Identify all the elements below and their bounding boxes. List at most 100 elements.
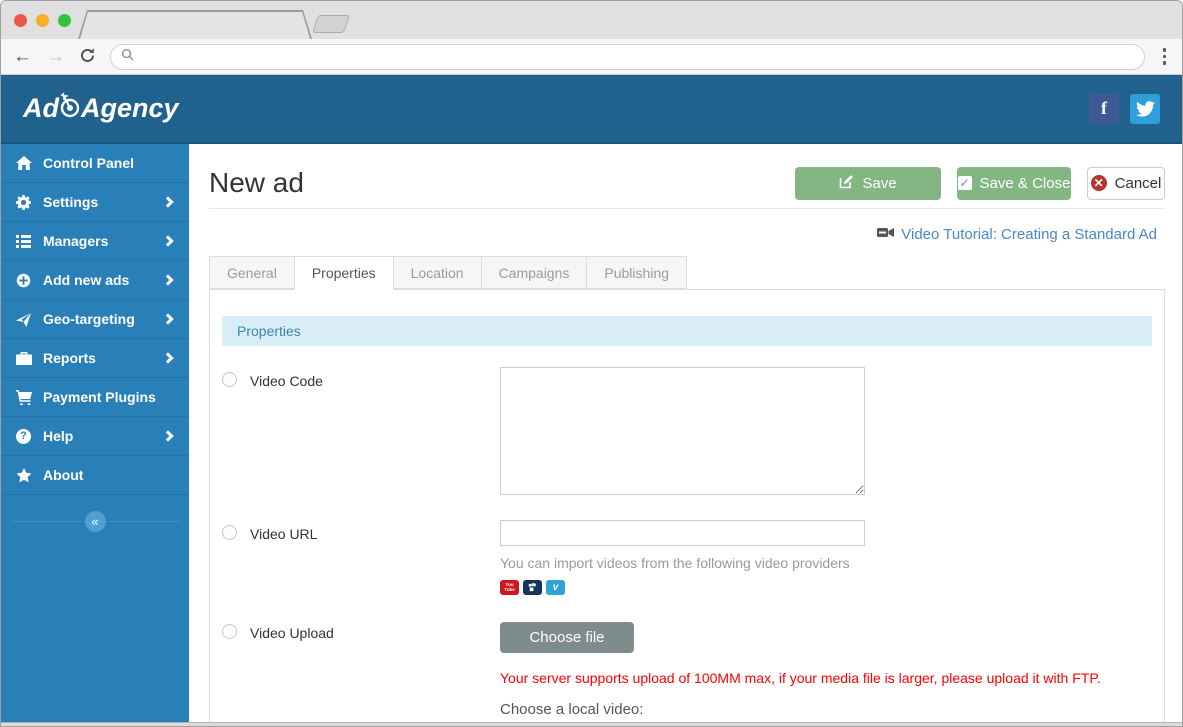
save-button-label: Save (862, 174, 897, 192)
video-camera-icon (877, 226, 895, 244)
plus-circle-icon (15, 273, 32, 288)
question-circle-icon: ? (15, 428, 32, 444)
chevron-right-icon (162, 274, 174, 286)
target-dart-icon (57, 91, 83, 128)
forward-arrow-icon[interactable]: → (46, 47, 65, 66)
tab-panel: Properties Video Code Video URL You can … (209, 289, 1165, 722)
edit-pencil-icon (839, 174, 854, 193)
logo-text-ad: Ad (23, 93, 59, 123)
sidebar-item-label: Help (43, 428, 74, 444)
sidebar-item-label: Geo-targeting (43, 311, 135, 327)
action-buttons: Save ✓ Save & Close ✕ Cancel (795, 166, 1165, 200)
cart-icon (15, 389, 32, 405)
video-code-radio[interactable] (222, 372, 237, 387)
browser-tabstrip (1, 1, 1182, 39)
sidebar-item-reports[interactable]: Reports (1, 339, 189, 378)
browser-window: ← → Ad Agency f Control Panel Settings M… (0, 0, 1183, 727)
browser-toolbar: ← → (1, 39, 1182, 75)
choose-file-button[interactable]: Choose file (500, 622, 634, 653)
checkbox-check-icon: ✓ (957, 176, 972, 190)
vimeo-icon[interactable]: v (546, 580, 565, 595)
kebab-menu-icon[interactable] (1159, 46, 1171, 67)
tab-publishing[interactable]: Publishing (586, 256, 687, 289)
local-video-label: Choose a local video: (500, 701, 644, 718)
address-input[interactable] (140, 49, 1134, 64)
save-button[interactable]: Save (795, 166, 941, 200)
sidebar-item-control-panel[interactable]: Control Panel (1, 144, 189, 183)
cancel-button[interactable]: ✕ Cancel (1087, 166, 1165, 200)
chevron-right-icon (162, 313, 174, 325)
cancel-button-label: Cancel (1114, 174, 1162, 192)
refresh-icon[interactable] (79, 45, 96, 68)
video-code-textarea[interactable] (500, 367, 865, 495)
video-tutorial-link[interactable]: Video Tutorial: Creating a Standard Ad (901, 226, 1157, 243)
twitter-icon[interactable] (1130, 93, 1160, 124)
sidebar-item-payment-plugins[interactable]: Payment Plugins (1, 378, 189, 417)
video-providers-helper: You can import videos from the following… (500, 555, 850, 571)
minimize-window-icon[interactable] (36, 14, 49, 27)
video-upload-label: Video Upload (250, 625, 334, 641)
close-window-icon[interactable] (14, 14, 27, 27)
home-icon (15, 156, 32, 170)
tab-properties[interactable]: Properties (293, 256, 394, 290)
video-upload-row: Video Upload Choose file Your server sup… (222, 619, 1152, 722)
sidebar-item-label: About (43, 467, 84, 483)
chevron-right-icon (162, 352, 174, 364)
tab-bar: General Properties Location Campaigns Pu… (209, 256, 1165, 290)
save-close-button-label: Save & Close (979, 174, 1071, 192)
list-icon (15, 234, 32, 248)
sidebar-item-add-new-ads[interactable]: Add new ads (1, 261, 189, 300)
logo-text-agency: Agency (81, 93, 179, 123)
youtube-icon-text: Tube (504, 586, 515, 592)
address-bar[interactable] (110, 43, 1145, 70)
sidebar-item-geo-targeting[interactable]: Geo-targeting (1, 300, 189, 339)
browser-tab[interactable] (78, 10, 312, 39)
app-logo: Ad Agency (23, 90, 179, 127)
video-code-row: Video Code (222, 367, 1152, 500)
sidebar-item-help[interactable]: ? Help (1, 417, 189, 456)
sidebar-item-about[interactable]: About (1, 456, 189, 495)
sidebar-item-settings[interactable]: Settings (1, 183, 189, 222)
sidebar: Control Panel Settings Managers Add new … (1, 144, 189, 722)
star-icon (15, 467, 32, 483)
back-arrow-icon[interactable]: ← (13, 47, 32, 66)
sidebar-item-label: Reports (43, 350, 96, 366)
chevron-right-icon (162, 235, 174, 247)
tab-location[interactable]: Location (393, 256, 481, 289)
search-icon (121, 48, 134, 66)
sidebar-item-label: Payment Plugins (43, 389, 156, 405)
video-provider-icons: You Tube v (500, 580, 1152, 595)
sidebar-item-label: Add new ads (43, 272, 130, 288)
chevron-right-icon (162, 430, 174, 442)
new-tab-button[interactable] (312, 15, 350, 33)
video-url-radio[interactable] (222, 525, 237, 540)
page-title: New ad (209, 167, 304, 198)
cancel-x-icon: ✕ (1090, 175, 1107, 191)
sidebar-item-label: Managers (43, 233, 109, 249)
collapse-sidebar-button[interactable]: « (84, 510, 106, 532)
video-code-label: Video Code (250, 373, 323, 389)
social-links: f (1089, 93, 1160, 124)
chevron-right-icon (162, 196, 174, 208)
tab-campaigns[interactable]: Campaigns (480, 256, 587, 289)
zoom-window-icon[interactable] (58, 14, 71, 27)
video-url-label: Video URL (250, 526, 318, 542)
app-header: Ad Agency f (1, 75, 1182, 144)
upload-warning-text: Your server supports upload of 100MM max… (500, 670, 1101, 686)
video-upload-radio[interactable] (222, 624, 237, 639)
sidebar-item-label: Settings (43, 194, 99, 210)
save-and-close-button[interactable]: ✓ Save & Close (957, 166, 1071, 200)
briefcase-icon (15, 351, 32, 365)
sidebar-collapse-row: « (1, 510, 189, 532)
video-url-row: Video URL You can import videos from the… (222, 520, 1152, 595)
tab-general[interactable]: General (209, 256, 294, 289)
main-content: New ad Save ✓ Save & Close ✕ Cancel Vide… (189, 144, 1182, 722)
sidebar-item-managers[interactable]: Managers (1, 222, 189, 261)
video-url-input[interactable] (500, 520, 865, 546)
paper-plane-icon (15, 312, 32, 327)
gear-icon (15, 194, 32, 210)
window-bottom-edge (1, 722, 1182, 726)
dailymotion-icon[interactable] (523, 580, 542, 595)
facebook-icon[interactable]: f (1089, 93, 1119, 124)
youtube-icon[interactable]: You Tube (500, 580, 519, 595)
